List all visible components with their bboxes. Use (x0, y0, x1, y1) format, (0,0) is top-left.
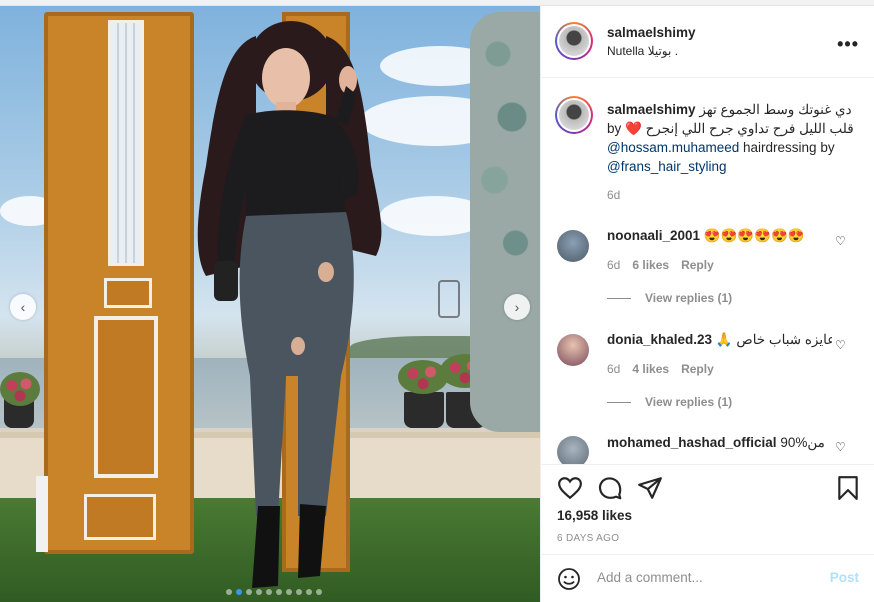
chevron-left-icon: ‹ (20, 299, 26, 315)
comment-username[interactable]: donia_khaled.23 (607, 332, 712, 347)
post-button[interactable]: Post (830, 570, 859, 585)
comment-text: donia_khaled.23 عايزه شباب خاص 🙏 (607, 332, 832, 348)
heart-icon[interactable]: ♡ (835, 338, 846, 352)
flowers (0, 372, 40, 406)
more-options-icon[interactable]: ••• (837, 34, 859, 55)
carousel-dot (296, 589, 302, 595)
share-icon[interactable] (637, 475, 663, 501)
mention-link[interactable]: @hossam.muhameed (607, 140, 739, 155)
comment-input[interactable]: Add a comment... (597, 570, 703, 585)
mention-link[interactable]: @frans_hair_styling (607, 159, 727, 174)
comment-icon[interactable] (597, 475, 623, 501)
comment-likes[interactable]: 4 likes (632, 362, 669, 376)
carousel-prev-button[interactable]: ‹ (10, 294, 36, 320)
comments-list: salmaelshimy دي غنوتك وسط الجموع تهز قلب… (541, 78, 874, 464)
caption-username[interactable]: salmaelshimy (607, 102, 696, 117)
comment-meta: 6d 4 likes Reply (607, 362, 714, 376)
watermark-logo (438, 280, 460, 318)
comment-time[interactable]: 6d (607, 362, 620, 376)
view-replies-label: View replies (1) (645, 291, 733, 305)
comment-username[interactable]: noonaali_2001 (607, 228, 700, 243)
post-location[interactable]: Nutella بوتيلا . (607, 44, 678, 58)
comment-text: noonaali_2001 😍😍😍😍😍😍 (607, 228, 832, 244)
post-sidebar: salmaelshimy Nutella بوتيلا . ••• salmae… (540, 6, 874, 602)
chevron-right-icon: › (514, 299, 520, 315)
emoji-icon[interactable] (557, 567, 581, 591)
avatar[interactable] (555, 96, 593, 134)
carousel-dot (236, 589, 242, 595)
bookmark-icon[interactable] (835, 475, 861, 501)
header-username[interactable]: salmaelshimy (607, 25, 696, 40)
door-panel (104, 278, 152, 308)
comment-username[interactable]: mohamed_hashad_official (607, 435, 777, 450)
carousel-dot (286, 589, 292, 595)
avatar[interactable] (557, 334, 589, 366)
avatar[interactable] (557, 436, 589, 464)
post-actions: 16,958 likes 6 DAYS AGO (541, 464, 874, 554)
door-frame (36, 476, 48, 552)
post-header: salmaelshimy Nutella بوتيلا . ••• (541, 6, 874, 78)
door-panel (94, 316, 158, 478)
likes-count[interactable]: 16,958 likes (557, 508, 632, 523)
plant-arch (470, 12, 540, 432)
comment-time[interactable]: 6d (607, 258, 620, 272)
flower-pot (404, 392, 444, 428)
heart-icon[interactable]: ♡ (835, 440, 846, 454)
carousel-next-button[interactable]: › (504, 294, 530, 320)
avatar[interactable] (555, 22, 593, 60)
caption-time[interactable]: 6d (607, 188, 620, 202)
wooden-door-left (44, 12, 194, 554)
carousel-dot (306, 589, 312, 595)
heart-icon[interactable]: ♡ (835, 234, 846, 248)
avatar[interactable] (557, 230, 589, 262)
carousel-dot (276, 589, 282, 595)
comment-meta: 6d 6 likes Reply (607, 258, 714, 272)
comment-body: 90%من (780, 435, 825, 450)
view-replies-button[interactable]: View replies (1) (607, 291, 732, 305)
heart-icon[interactable] (557, 475, 583, 501)
door-glass (108, 20, 144, 266)
view-replies-button[interactable]: View replies (1) (607, 395, 732, 409)
comment-body: عايزه شباب خاص 🙏 (715, 332, 832, 347)
view-replies-label: View replies (1) (645, 395, 733, 409)
post-photo[interactable]: ‹ › (0, 6, 540, 602)
carousel-dot (266, 589, 272, 595)
woman-figure (197, 21, 382, 588)
post-date[interactable]: 6 DAYS AGO (557, 533, 619, 544)
carousel-dot (226, 589, 232, 595)
add-comment-bar: Add a comment... Post (541, 554, 874, 602)
reply-button[interactable]: Reply (681, 258, 714, 272)
door-panel (84, 494, 156, 540)
carousel-dot (256, 589, 262, 595)
comment-body: 😍😍😍😍😍😍 (703, 228, 805, 243)
carousel-dot (246, 589, 252, 595)
caption-mid: hairdressing by (743, 140, 835, 155)
reply-button[interactable]: Reply (681, 362, 714, 376)
comment-likes[interactable]: 6 likes (632, 258, 669, 272)
carousel-dot (316, 589, 322, 595)
comment-text: mohamed_hashad_official 90%من (607, 435, 832, 451)
post-caption: salmaelshimy دي غنوتك وسط الجموع تهز قلب… (607, 100, 857, 176)
carousel-indicator (226, 589, 322, 595)
